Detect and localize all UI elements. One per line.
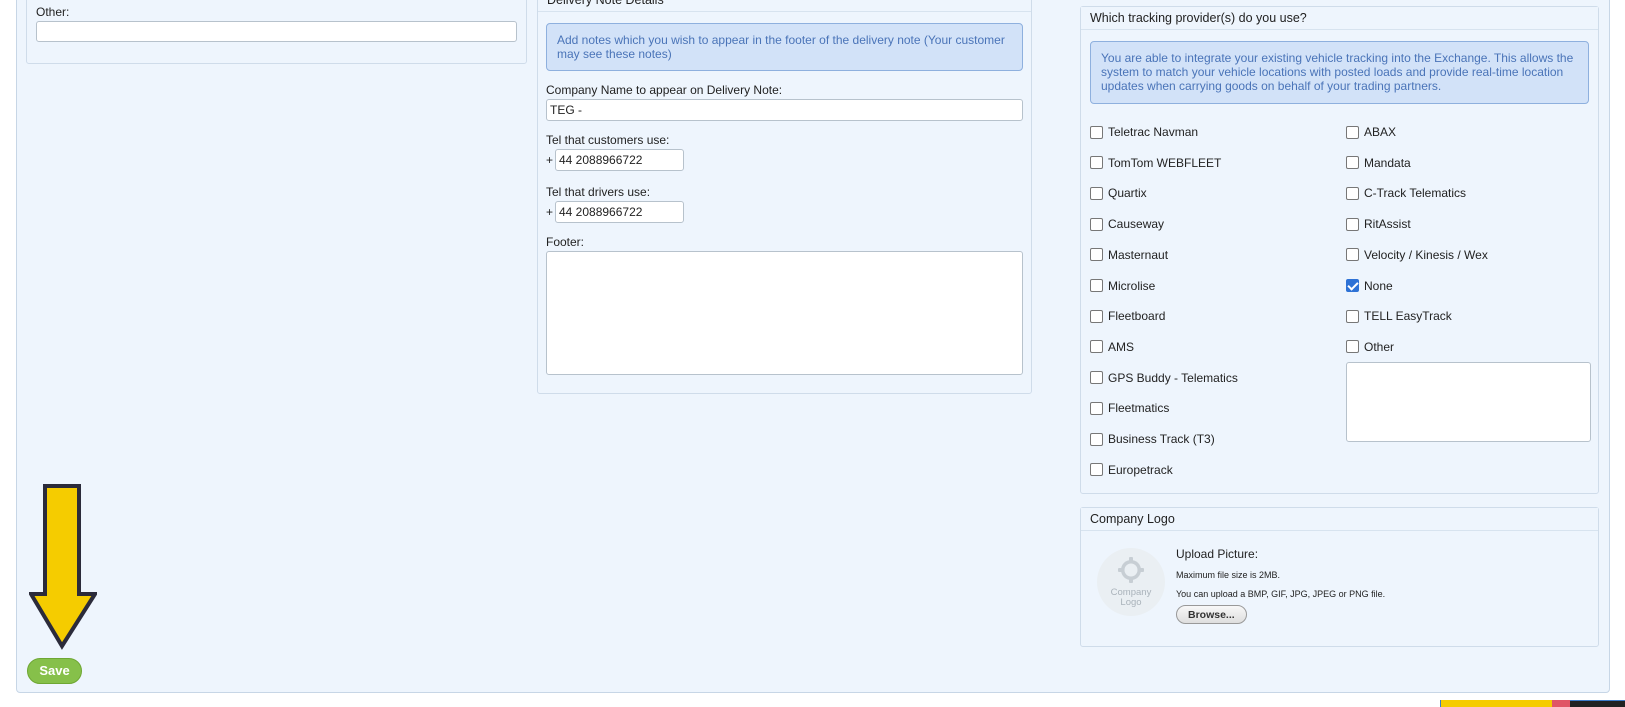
tracking-option-label: TomTom WEBFLEET <box>1108 155 1222 170</box>
tracking-info: You are able to integrate your existing … <box>1090 41 1589 104</box>
tracking-checkbox[interactable] <box>1090 340 1103 354</box>
tel-customers-label: Tel that customers use: <box>546 133 670 147</box>
tracking-checkbox[interactable] <box>1346 248 1359 262</box>
tracking-option-label: Fleetmatics <box>1108 401 1170 416</box>
tracking-option[interactable]: GPS Buddy - Telematics <box>1090 371 1238 385</box>
tracking-panel: Which tracking provider(s) do you use? Y… <box>1080 6 1599 494</box>
tracking-checkbox[interactable] <box>1090 371 1103 385</box>
tracking-option-label: Business Track (T3) <box>1108 432 1215 446</box>
tracking-option[interactable]: Microlise <box>1090 279 1155 293</box>
tracking-option-label: Causeway <box>1108 217 1165 232</box>
tracking-option[interactable]: Fleetmatics <box>1090 401 1169 415</box>
bottom-right-decoration-dark <box>1570 700 1625 707</box>
tracking-option[interactable]: Causeway <box>1090 217 1164 231</box>
tracking-checkbox[interactable] <box>1346 340 1359 354</box>
tracking-checkbox[interactable] <box>1090 309 1103 323</box>
company-name-label: Company Name to appear on Delivery Note: <box>546 83 783 97</box>
tracking-option-label: Velocity / Kinesis / Wex <box>1364 247 1488 262</box>
tracking-option[interactable]: Fleetboard <box>1090 309 1165 323</box>
tracking-option[interactable]: C-Track Telematics <box>1346 186 1466 200</box>
tracking-option-label: RitAssist <box>1364 217 1411 232</box>
tracking-option[interactable]: Velocity / Kinesis / Wex <box>1346 248 1488 262</box>
file-types-text: You can upload a BMP, GIF, JPG, JPEG or … <box>1176 589 1386 599</box>
upload-picture-label: Upload Picture: <box>1176 547 1259 561</box>
logo-placeholder-icon <box>1118 557 1144 583</box>
tel-customers-prefix: + <box>546 153 554 167</box>
company-logo-title: Company Logo <box>1081 508 1598 531</box>
company-name-input[interactable] <box>546 99 1023 121</box>
tel-drivers-label: Tel that drivers use: <box>546 185 651 199</box>
company-logo-placeholder: Company Logo <box>1097 548 1165 616</box>
tracking-option[interactable]: Europetrack <box>1090 463 1173 477</box>
tracking-checkbox[interactable] <box>1346 186 1359 200</box>
delivery-note-info: Add notes which you wish to appear in th… <box>546 23 1023 71</box>
footer-label: Footer: <box>546 235 585 249</box>
tracking-checkbox[interactable] <box>1346 156 1359 170</box>
tracking-checkbox[interactable] <box>1090 217 1103 231</box>
tel-drivers-prefix: + <box>546 205 554 219</box>
max-file-size-text: Maximum file size is 2MB. <box>1176 570 1281 580</box>
tracking-option-label: ABAX <box>1364 125 1397 139</box>
tracking-option-label: Fleetboard <box>1108 309 1166 324</box>
tracking-other-textarea[interactable] <box>1346 362 1591 442</box>
tracking-option-label: Other <box>1364 339 1395 354</box>
tel-customers-input[interactable] <box>555 149 684 171</box>
delivery-note-title: Delivery Note Details <box>538 0 1031 12</box>
tracking-checkbox[interactable] <box>1090 432 1103 446</box>
tracking-option[interactable]: Business Track (T3) <box>1090 432 1215 446</box>
bottom-right-decoration-red <box>1552 700 1570 707</box>
delivery-note-panel: Delivery Note Details Add notes which yo… <box>537 0 1032 394</box>
tracking-title: Which tracking provider(s) do you use? <box>1081 7 1598 30</box>
tracking-checkbox[interactable] <box>1346 279 1359 292</box>
tracking-option-label: C-Track Telematics <box>1364 186 1467 201</box>
tracking-option[interactable]: TELL EasyTrack <box>1346 309 1452 323</box>
tracking-checkbox[interactable] <box>1090 125 1103 139</box>
company-logo-placeholder-text: Company Logo <box>1110 587 1152 608</box>
tel-drivers-input[interactable] <box>555 201 684 223</box>
tracking-option-label: TELL EasyTrack <box>1364 309 1452 324</box>
left-panel: Other: <box>26 0 527 64</box>
tracking-option-label: Quartix <box>1108 186 1147 201</box>
tracking-option-label: GPS Buddy - Telematics <box>1108 370 1238 385</box>
other-input[interactable] <box>36 21 517 42</box>
tracking-option[interactable]: None <box>1346 279 1393 293</box>
tracking-checkbox[interactable] <box>1090 279 1103 292</box>
tracking-checkbox[interactable] <box>1346 217 1359 231</box>
tracking-option-label: None <box>1364 278 1393 293</box>
footer-textarea[interactable] <box>546 251 1023 375</box>
tracking-option[interactable]: TomTom WEBFLEET <box>1090 156 1221 170</box>
tracking-option[interactable]: Teletrac Navman <box>1090 125 1198 139</box>
tracking-option-label: Microlise <box>1108 278 1156 293</box>
tracking-option[interactable]: RitAssist <box>1346 217 1411 231</box>
save-button[interactable]: Save <box>27 658 82 684</box>
company-logo-panel: Company Logo Company Logo Upload Picture… <box>1080 507 1599 647</box>
tracking-checkbox[interactable] <box>1090 156 1103 170</box>
tracking-checkbox[interactable] <box>1090 463 1103 477</box>
browse-button[interactable]: Browse... <box>1176 605 1247 624</box>
tracking-option[interactable]: Quartix <box>1090 186 1147 200</box>
tracking-option-label: Mandata <box>1364 155 1411 170</box>
bottom-right-decoration <box>1440 700 1558 707</box>
tracking-checkbox[interactable] <box>1090 248 1103 262</box>
other-label: Other: <box>36 5 70 19</box>
tracking-option[interactable]: AMS <box>1090 340 1134 354</box>
tracking-option[interactable]: Mandata <box>1346 156 1411 170</box>
tracking-option[interactable]: Other <box>1346 340 1394 354</box>
tracking-option-label: Europetrack <box>1108 462 1173 477</box>
arrow-down-icon <box>29 484 97 650</box>
tracking-checkbox[interactable] <box>1346 309 1359 323</box>
tracking-option-label: Teletrac Navman <box>1108 125 1199 139</box>
tracking-checkbox[interactable] <box>1346 125 1359 139</box>
tracking-option[interactable]: Masternaut <box>1090 248 1168 262</box>
tracking-option-label: Masternaut <box>1108 247 1169 262</box>
tracking-checkbox[interactable] <box>1090 186 1103 200</box>
tracking-option[interactable]: ABAX <box>1346 125 1396 139</box>
tracking-option-label: AMS <box>1108 339 1135 354</box>
tracking-checkbox[interactable] <box>1090 401 1103 415</box>
